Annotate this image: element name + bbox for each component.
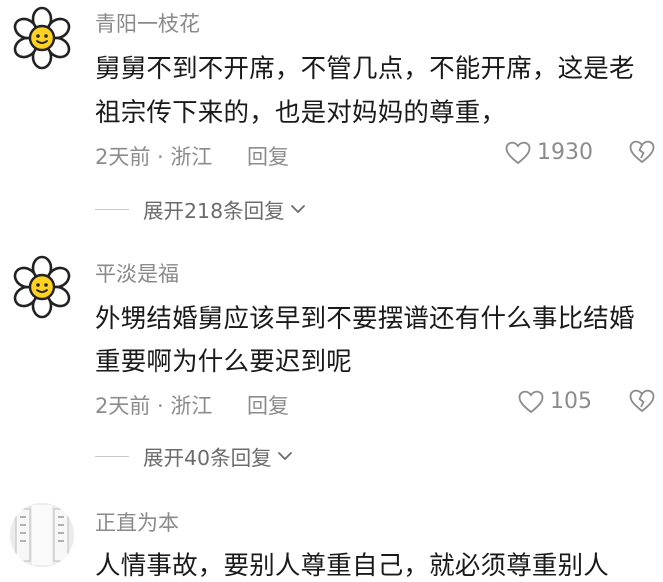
- heart-outline-icon: [518, 390, 544, 413]
- comment-text-line: 人情事故，要别人尊重自己，就必须尊重别人: [95, 551, 610, 581]
- expand-replies-button[interactable]: 展开218条回复: [95, 194, 307, 224]
- comment-text-line: 祖宗传下来的，也是对妈妈的尊重，: [95, 98, 507, 128]
- like-count: 105: [550, 389, 592, 414]
- like-count: 1930: [537, 140, 593, 165]
- comment-username[interactable]: 平淡是福: [95, 258, 179, 288]
- divider-line: [95, 455, 129, 457]
- comment-text-line: 舅舅不到不开席，不管几点，不能开席，这是老: [95, 54, 635, 84]
- comment-time-location: 2天前 · 浙江: [95, 394, 213, 418]
- dislike-button[interactable]: [628, 389, 656, 417]
- expand-replies-label: 展开40条回复: [143, 446, 272, 470]
- expand-replies-label: 展开218条回复: [143, 199, 285, 223]
- comment-text-line: 重要啊为什么要迟到呢: [95, 347, 353, 377]
- comment-username[interactable]: 正直为本: [95, 507, 179, 537]
- comment-username[interactable]: 青阳一枝花: [95, 8, 200, 38]
- chevron-down-icon: [277, 452, 292, 460]
- user-avatar[interactable]: [10, 255, 74, 319]
- reply-button[interactable]: 回复: [247, 390, 289, 420]
- comment-text-line: 外甥结婚舅应该早到不要摆谱还有什么事比结婚: [95, 304, 635, 334]
- broken-heart-icon: [629, 389, 655, 413]
- calligraphy-avatar-image: [10, 503, 74, 567]
- heart-outline-icon: [505, 141, 531, 164]
- flower-avatar-icon: [13, 255, 71, 319]
- user-avatar[interactable]: [10, 6, 74, 70]
- like-button[interactable]: 105: [518, 389, 592, 414]
- reply-button[interactable]: 回复: [247, 141, 289, 171]
- user-avatar[interactable]: [10, 503, 74, 567]
- like-button[interactable]: 1930: [505, 140, 593, 165]
- dislike-button[interactable]: [628, 140, 656, 168]
- divider-line: [95, 208, 129, 210]
- expand-replies-button[interactable]: 展开40条回复: [95, 441, 294, 471]
- flower-avatar-icon: [13, 6, 71, 70]
- comment-time-location: 2天前 · 浙江: [95, 145, 213, 169]
- broken-heart-icon: [629, 140, 655, 164]
- chevron-down-icon: [290, 205, 305, 213]
